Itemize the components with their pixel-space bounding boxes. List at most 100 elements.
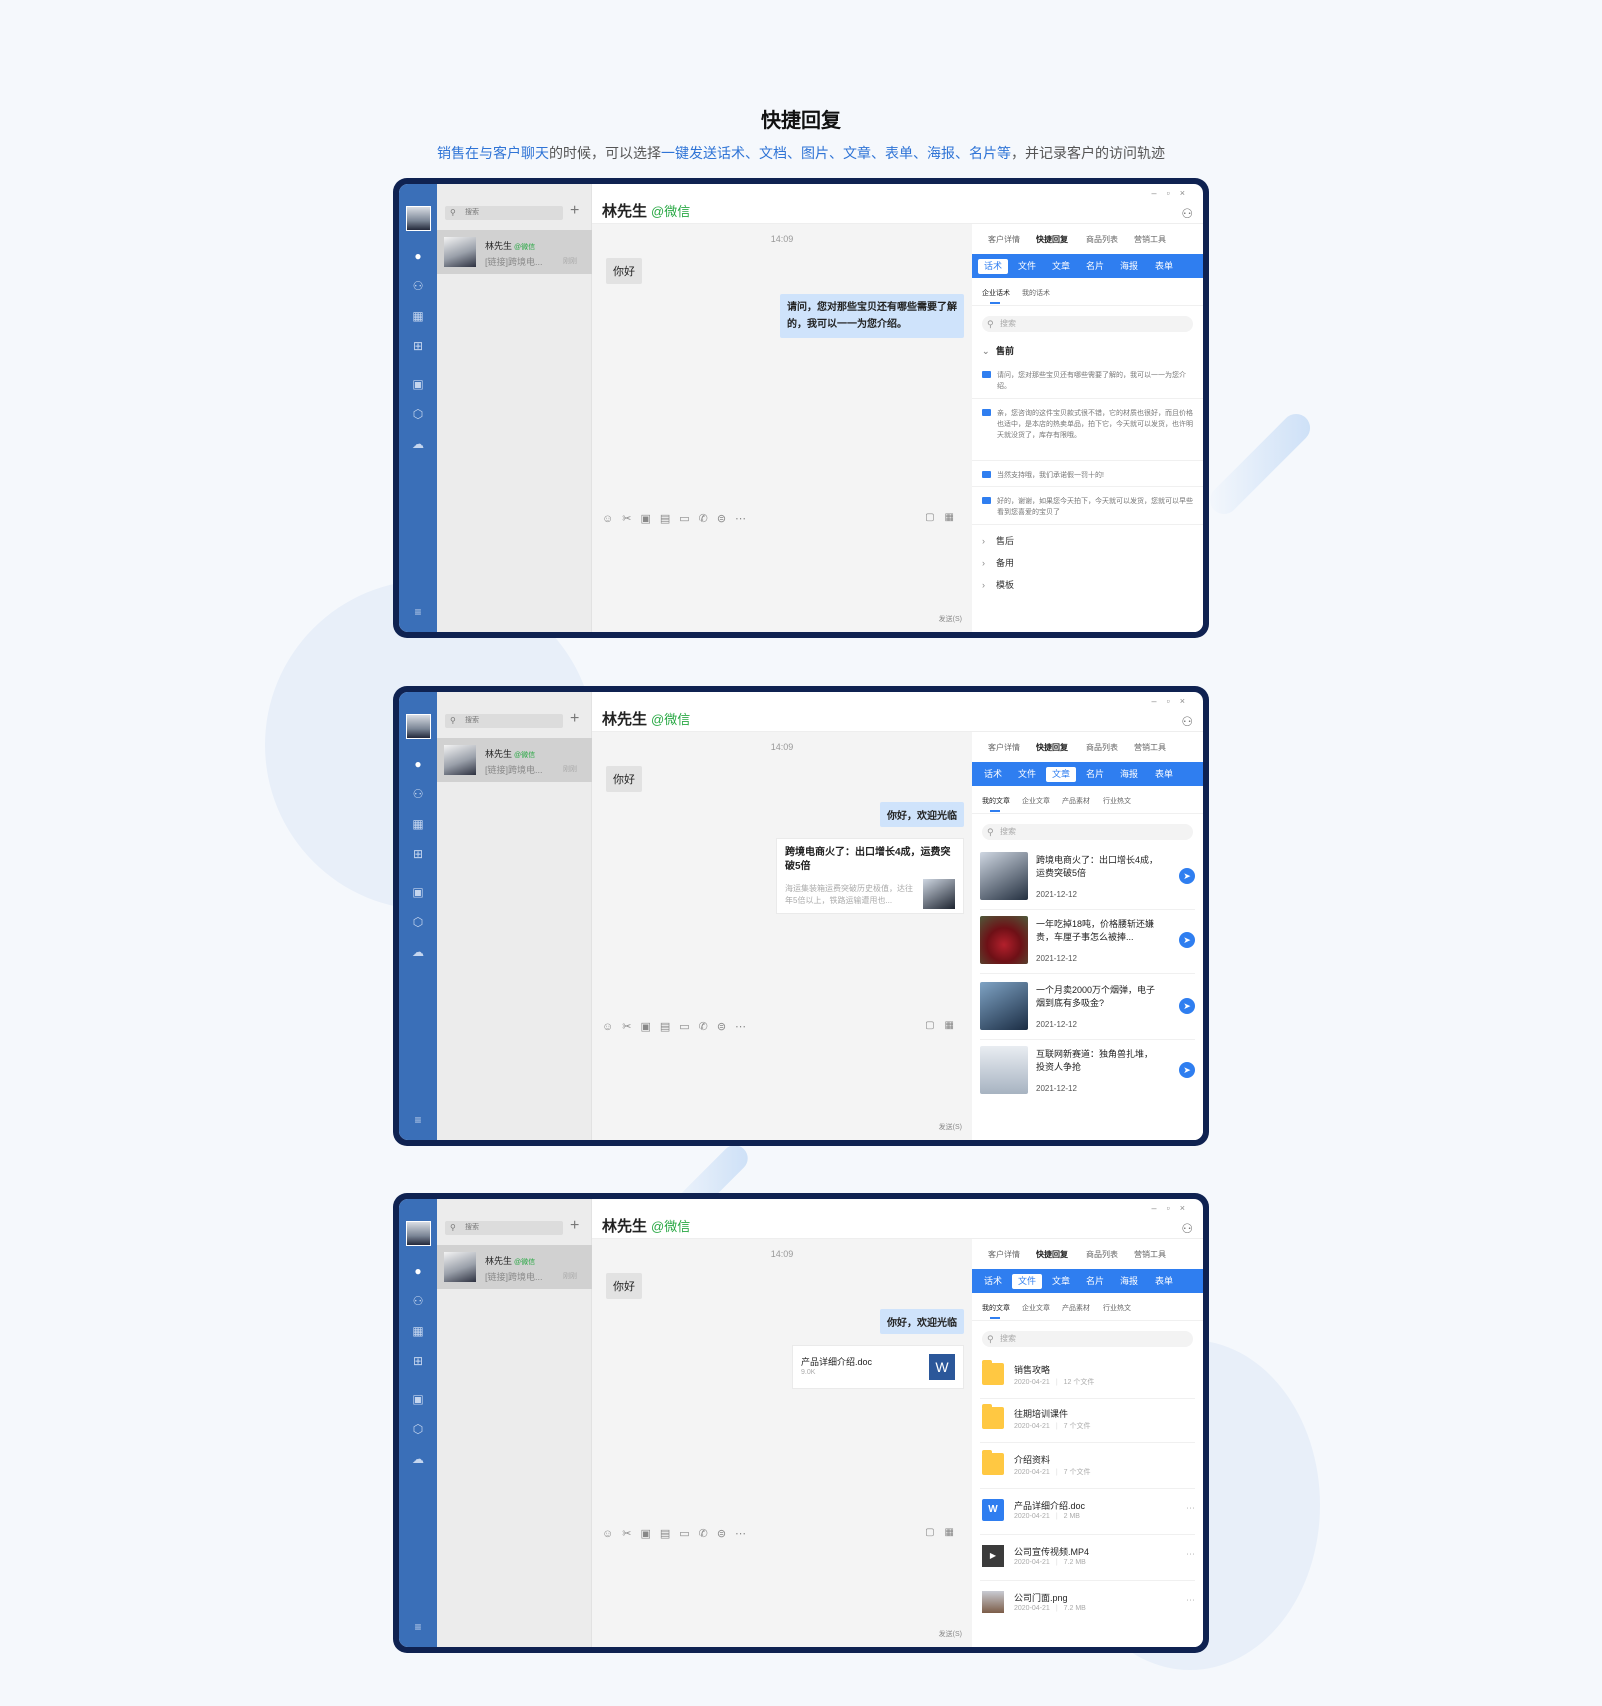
- menu-icon[interactable]: ≡: [410, 1619, 426, 1635]
- document-icon[interactable]: ▣: [410, 1391, 426, 1407]
- article-item[interactable]: 一年吃掉18吨，价格腰斩还嫌贵，车厘子事怎么被捧... 2021-12-12 ➤: [980, 910, 1195, 974]
- panel-search-input[interactable]: ⚲ 搜索: [982, 1331, 1193, 1347]
- phrase-item[interactable]: 亲，您咨询的这件宝贝款式很不错，它的材质也很好，而且价格也适中，是本店的热卖单品…: [982, 408, 1195, 441]
- conversation-search[interactable]: ⚲ 搜索: [445, 206, 563, 220]
- chat-toolbar-right[interactable]: ▢▦: [925, 1020, 964, 1031]
- tab-file[interactable]: 文件: [1012, 1274, 1042, 1289]
- subtab-my-script[interactable]: 我的话术: [1022, 288, 1050, 298]
- tab-product-list[interactable]: 商品列表: [1086, 234, 1118, 245]
- tab-quick-reply[interactable]: 快捷回复: [1036, 742, 1068, 753]
- tab-form[interactable]: 表单: [1149, 259, 1179, 274]
- file-item[interactable]: 介绍资料 2020-04-21 | 7 个文件: [980, 1443, 1195, 1489]
- add-icon[interactable]: +: [570, 710, 579, 728]
- article-item[interactable]: 一个月卖2000万个烟弹，电子烟到底有多吸金? 2021-12-12 ➤: [980, 976, 1195, 1040]
- org-chart-icon[interactable]: ⚇: [410, 278, 426, 294]
- tab-script[interactable]: 话术: [978, 259, 1008, 274]
- profile-icon[interactable]: ⚇: [1181, 1221, 1193, 1237]
- tab-card[interactable]: 名片: [1080, 767, 1110, 782]
- article-item[interactable]: 互联网新赛道：独角兽扎堆，投资人争抢 2021-12-12 ➤: [980, 1040, 1195, 1104]
- tab-marketing-tools[interactable]: 营销工具: [1134, 1249, 1166, 1260]
- article-item[interactable]: 跨境电商火了：出口增长4成，运费突破5倍 2021-12-12 ➤: [980, 846, 1195, 910]
- send-icon[interactable]: ➤: [1179, 998, 1195, 1014]
- send-button[interactable]: 发送(S): [939, 614, 962, 624]
- menu-icon[interactable]: ≡: [410, 1112, 426, 1128]
- cloud-icon[interactable]: ☁: [410, 1451, 426, 1467]
- tab-marketing-tools[interactable]: 营销工具: [1134, 234, 1166, 245]
- apps-icon[interactable]: ⊞: [410, 846, 426, 862]
- user-avatar[interactable]: [406, 714, 431, 739]
- group-presale[interactable]: ⌄ 售前: [982, 344, 1014, 357]
- phrase-item[interactable]: 当然支持哦，我们承诺假一罚十的!: [982, 470, 1195, 481]
- send-icon[interactable]: ➤: [1179, 932, 1195, 948]
- tab-article[interactable]: 文章: [1046, 767, 1076, 782]
- window-controls[interactable]: –▫×: [1152, 696, 1195, 706]
- chat-icon[interactable]: ●: [410, 248, 426, 264]
- window-controls[interactable]: –▫×: [1152, 188, 1195, 198]
- panel-search-input[interactable]: ⚲ 搜索: [982, 824, 1193, 840]
- tab-form[interactable]: 表单: [1149, 767, 1179, 782]
- cube-icon[interactable]: ⬡: [410, 406, 426, 422]
- tab-script[interactable]: 话术: [978, 767, 1008, 782]
- chat-toolbar[interactable]: ☺✂▣▤▭✆⊜⋯: [602, 1527, 755, 1540]
- tab-file[interactable]: 文件: [1012, 259, 1042, 274]
- calendar-icon[interactable]: ▦: [410, 816, 426, 832]
- document-icon[interactable]: ▣: [410, 376, 426, 392]
- tab-poster[interactable]: 海报: [1114, 259, 1144, 274]
- subtab-product-material[interactable]: 产品素材: [1062, 796, 1090, 806]
- calendar-icon[interactable]: ▦: [410, 308, 426, 324]
- chat-toolbar[interactable]: ☺✂▣▤▭✆⊜⋯: [602, 512, 755, 525]
- cube-icon[interactable]: ⬡: [410, 1421, 426, 1437]
- tab-customer-detail[interactable]: 客户详情: [988, 234, 1020, 245]
- conversation-item[interactable]: 林先生 @微信 [链接]跨境电... 刚刚: [437, 738, 592, 782]
- file-item[interactable]: 销售攻略 2020-04-21 | 12 个文件: [980, 1353, 1195, 1399]
- subtab-company-articles[interactable]: 企业文章: [1022, 1303, 1050, 1313]
- send-button[interactable]: 发送(S): [939, 1629, 962, 1639]
- tab-form[interactable]: 表单: [1149, 1274, 1179, 1289]
- more-icon[interactable]: ⋯: [1186, 1549, 1195, 1560]
- chat-toolbar-right[interactable]: ▢▦: [925, 1527, 964, 1538]
- tab-marketing-tools[interactable]: 营销工具: [1134, 742, 1166, 753]
- conversation-item[interactable]: 林先生 @微信 [链接]跨境电... 刚刚: [437, 1245, 592, 1289]
- cloud-icon[interactable]: ☁: [410, 944, 426, 960]
- subtab-industry-hot[interactable]: 行业热文: [1103, 796, 1131, 806]
- chat-icon[interactable]: ●: [410, 756, 426, 772]
- add-icon[interactable]: +: [570, 1217, 579, 1235]
- group-backup[interactable]: › 备用: [982, 556, 1014, 569]
- subtab-product-material[interactable]: 产品素材: [1062, 1303, 1090, 1313]
- file-item[interactable]: 往期培训课件 2020-04-21 | 7 个文件: [980, 1397, 1195, 1443]
- file-item[interactable]: 公司门面.png 2020-04-21 | 7.2 MB ⋯: [980, 1581, 1195, 1627]
- article-card[interactable]: 跨境电商火了：出口增长4成，运费突破5倍 海运集装箱运费突破历史极值，达往年5倍…: [776, 838, 964, 914]
- tab-card[interactable]: 名片: [1080, 1274, 1110, 1289]
- tab-script[interactable]: 话术: [978, 1274, 1008, 1289]
- chat-icon[interactable]: ●: [410, 1263, 426, 1279]
- cloud-icon[interactable]: ☁: [410, 436, 426, 452]
- tab-poster[interactable]: 海报: [1114, 767, 1144, 782]
- user-avatar[interactable]: [406, 206, 431, 231]
- cube-icon[interactable]: ⬡: [410, 914, 426, 930]
- window-controls[interactable]: –▫×: [1152, 1203, 1195, 1213]
- send-button[interactable]: 发送(S): [939, 1122, 962, 1132]
- org-chart-icon[interactable]: ⚇: [410, 786, 426, 802]
- send-icon[interactable]: ➤: [1179, 868, 1195, 884]
- chat-toolbar-right[interactable]: ▢▦: [925, 512, 964, 523]
- tab-quick-reply[interactable]: 快捷回复: [1036, 234, 1068, 245]
- phrase-item[interactable]: 好的，谢谢，如果您今天拍下，今天就可以发货，您就可以早些看到您喜爱的宝贝了: [982, 496, 1195, 518]
- conversation-item[interactable]: 林先生 @微信 [链接]跨境电... 刚刚: [437, 230, 592, 274]
- more-icon[interactable]: ⋯: [1186, 1503, 1195, 1514]
- calendar-icon[interactable]: ▦: [410, 1323, 426, 1339]
- file-item[interactable]: ▶ 公司宣传视频.MP4 2020-04-21 | 7.2 MB ⋯: [980, 1535, 1195, 1581]
- user-avatar[interactable]: [406, 1221, 431, 1246]
- subtab-industry-hot[interactable]: 行业热文: [1103, 1303, 1131, 1313]
- group-template[interactable]: › 模板: [982, 578, 1014, 591]
- chat-toolbar[interactable]: ☺✂▣▤▭✆⊜⋯: [602, 1020, 755, 1033]
- file-item[interactable]: W 产品详细介绍.doc 2020-04-21 | 2 MB ⋯: [980, 1489, 1195, 1535]
- add-icon[interactable]: +: [570, 202, 579, 220]
- profile-icon[interactable]: ⚇: [1181, 206, 1193, 222]
- apps-icon[interactable]: ⊞: [410, 1353, 426, 1369]
- more-icon[interactable]: ⋯: [1186, 1595, 1195, 1606]
- subtab-my-articles[interactable]: 我的文章: [982, 1303, 1010, 1313]
- org-chart-icon[interactable]: ⚇: [410, 1293, 426, 1309]
- conversation-search[interactable]: ⚲ 搜索: [445, 1221, 563, 1235]
- menu-icon[interactable]: ≡: [410, 604, 426, 620]
- tab-product-list[interactable]: 商品列表: [1086, 1249, 1118, 1260]
